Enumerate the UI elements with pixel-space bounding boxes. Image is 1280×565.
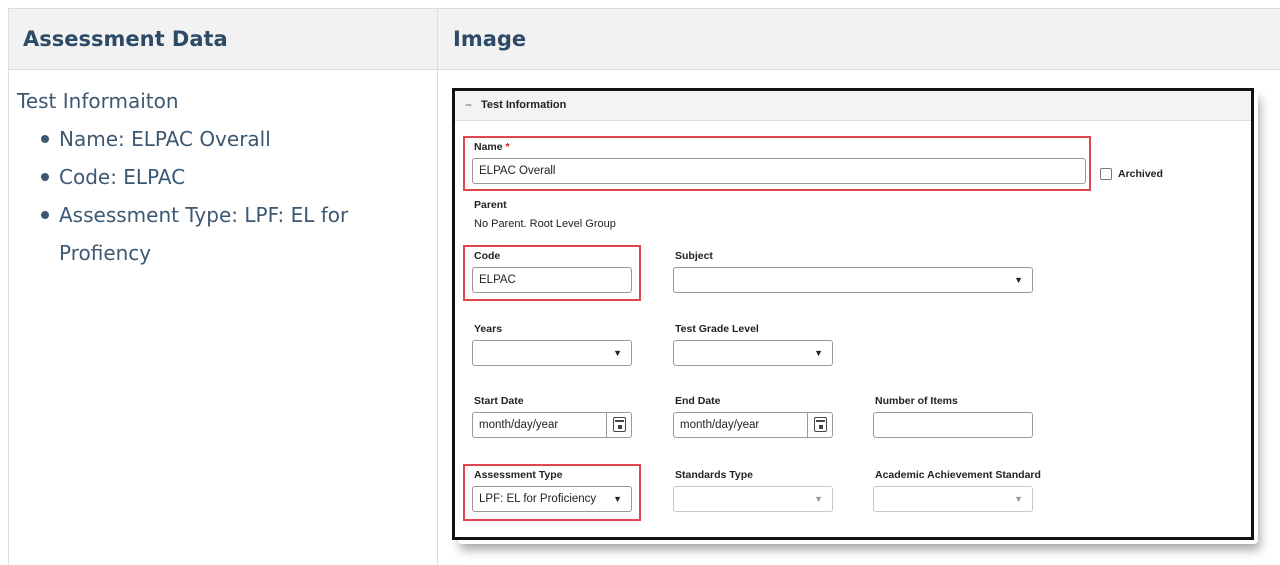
assessment-data-cell: Test Informaiton Name: ELPAC Overall Cod… bbox=[17, 82, 417, 272]
code-highlight bbox=[463, 245, 641, 301]
start-date-input[interactable]: month/day/year bbox=[472, 412, 632, 438]
years-select[interactable]: ▼ bbox=[472, 340, 632, 366]
chevron-down-icon: ▼ bbox=[814, 348, 823, 358]
list-item-code: Code: ELPAC bbox=[39, 158, 417, 196]
standards-type-label: Standards Type bbox=[675, 469, 753, 481]
archived-checkbox[interactable] bbox=[1100, 168, 1112, 180]
academic-achievement-standard-select[interactable]: ▼ bbox=[873, 486, 1033, 512]
assessment-type-highlight bbox=[463, 464, 641, 521]
section-header[interactable]: − Test Information bbox=[455, 91, 1251, 121]
chevron-down-icon: ▼ bbox=[613, 348, 622, 358]
name-highlight bbox=[463, 136, 1091, 191]
chevron-down-icon: ▼ bbox=[1014, 275, 1023, 285]
list-item-assessment-type: Assessment Type: LPF: EL for Profiency bbox=[39, 196, 417, 272]
academic-achievement-standard-label: Academic Achievement Standard bbox=[875, 469, 1041, 481]
table-header-row: Assessment Data Image bbox=[9, 8, 1280, 70]
column-divider bbox=[437, 8, 438, 565]
header-assessment-data: Assessment Data bbox=[23, 27, 228, 51]
number-of-items-input[interactable] bbox=[873, 412, 1033, 438]
end-date-input[interactable]: month/day/year bbox=[673, 412, 833, 438]
assessment-list: Name: ELPAC Overall Code: ELPAC Assessme… bbox=[39, 120, 417, 272]
subject-label: Subject bbox=[675, 250, 713, 262]
collapse-icon[interactable]: − bbox=[465, 99, 472, 111]
years-label: Years bbox=[474, 323, 503, 335]
calendar-icon[interactable] bbox=[814, 417, 827, 432]
standards-type-select[interactable]: ▼ bbox=[673, 486, 833, 512]
assessment-heading: Test Informaiton bbox=[17, 89, 179, 113]
test-information-screenshot: − Test Information Name * ELPAC Overall … bbox=[452, 88, 1254, 540]
number-of-items-label: Number of Items bbox=[875, 395, 958, 407]
test-grade-level-label: Test Grade Level bbox=[675, 323, 759, 335]
subject-select[interactable]: ▼ bbox=[673, 267, 1033, 293]
archived-label: Archived bbox=[1118, 168, 1163, 180]
parent-value: No Parent. Root Level Group bbox=[474, 218, 616, 230]
calendar-icon[interactable] bbox=[613, 417, 626, 432]
chevron-down-icon: ▼ bbox=[1014, 494, 1023, 504]
list-item-name: Name: ELPAC Overall bbox=[39, 120, 417, 158]
start-date-label: Start Date bbox=[474, 395, 524, 407]
header-image: Image bbox=[453, 27, 527, 51]
chevron-down-icon: ▼ bbox=[814, 494, 823, 504]
section-title: Test Information bbox=[481, 99, 567, 111]
end-date-label: End Date bbox=[675, 395, 721, 407]
test-grade-level-select[interactable]: ▼ bbox=[673, 340, 833, 366]
parent-label: Parent bbox=[474, 199, 507, 211]
